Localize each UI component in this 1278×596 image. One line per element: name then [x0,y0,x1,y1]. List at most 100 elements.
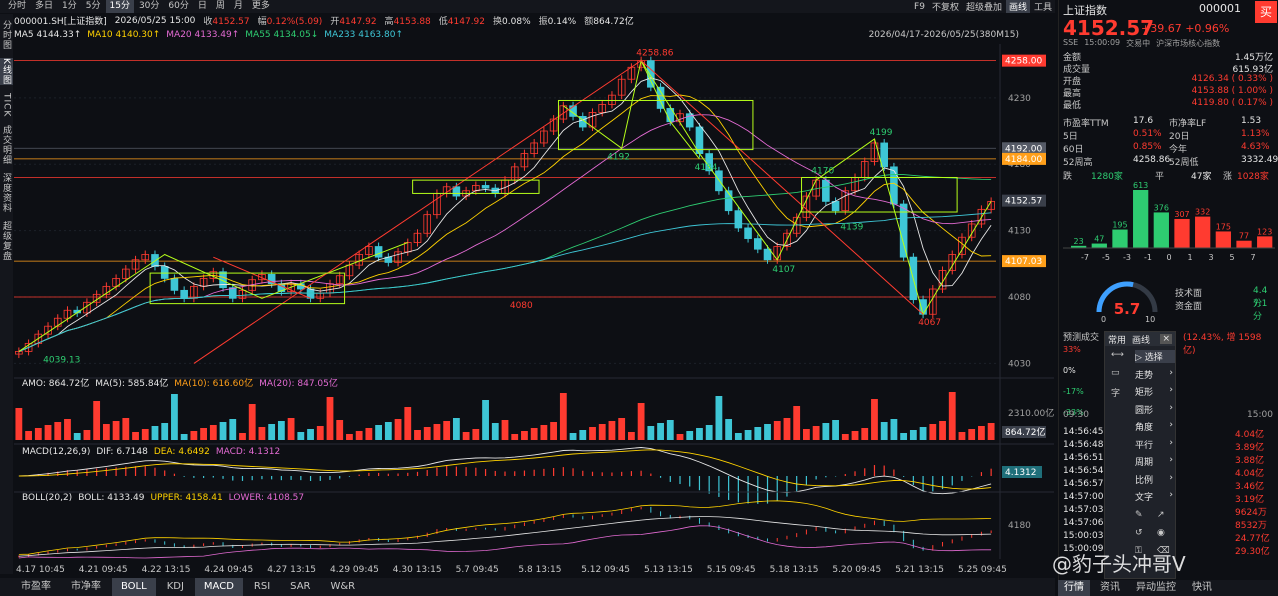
close-icon[interactable]: × [1160,334,1172,344]
toolbar-item[interactable]: 工具 [1031,0,1055,13]
indicator-tab[interactable]: SAR [281,578,319,596]
dist-bar [1236,240,1252,248]
amo-tick: 2310.00亿 [1008,407,1054,419]
toolbar-item[interactable]: 不复权 [929,0,962,13]
indicator-tab[interactable]: RSI [245,578,279,596]
ma-legend-bar: MA5 4144.33↑ MA10 4140.30↑ MA20 4133.49↑… [14,29,1054,41]
open-value: 4147.92 [339,17,377,27]
arrow-icon[interactable]: ↗ [1157,510,1165,520]
menu-header-tab[interactable]: 常用 [1108,333,1126,346]
draw-tool-item[interactable]: 圆形 › [1135,403,1175,416]
amo-bar [102,424,110,440]
period-tab[interactable]: 日 [194,0,211,13]
toolbar-item[interactable]: 超级叠加 [963,0,1005,13]
period-tab[interactable]: 60分 [164,0,192,13]
horizontal-line-icon[interactable]: ⟷ [1111,350,1124,360]
amo-bar [171,394,178,440]
draw-tool-item[interactable]: 走势 › [1135,368,1175,381]
period-tab[interactable]: 更多 [248,0,274,13]
side-tab[interactable]: 资讯 [1094,580,1126,596]
draw-tool-item[interactable]: 周期 › [1135,455,1175,468]
chevron-right-icon: › [1169,420,1173,430]
side-tab[interactable]: 快讯 [1186,580,1218,596]
amo-legend-item: AMO: 864.72亿 [22,377,89,389]
amo-bar [219,422,227,440]
chart-area[interactable]: 4230 4180 4130 4080 4030 4258.86 4199 4192 4184 4… [14,44,1054,574]
pencil-icon[interactable]: ✎ [1135,510,1143,520]
range-box[interactable] [557,99,754,151]
view-switch[interactable]: TICK [2,93,12,117]
indicator-tab[interactable]: MACD [194,578,243,596]
chevron-right-icon: › [1169,472,1173,483]
indicator-tab[interactable]: KDJ [158,578,193,596]
period-tab[interactable]: 1分 [58,0,81,13]
open-label: 开 [330,17,340,27]
draw-tool-label: 比例 [1135,475,1154,486]
rectangle-icon[interactable]: ▭ [1111,368,1120,378]
view-switch[interactable]: 超级复盘 [0,221,13,261]
amo-bar [559,393,567,440]
period-tab[interactable]: 15分 [105,0,134,13]
x-tick-label: 5.15 09:45 [707,565,756,574]
draw-tool-item[interactable]: ▷ 选择 [1135,350,1175,363]
buy-button[interactable]: 买 [1255,1,1277,23]
amo-bar [618,418,626,440]
menu-header-tab[interactable]: 画线 [1132,333,1150,346]
draw-tool-item[interactable]: 平行 › [1135,438,1175,451]
trade-time: 14:56:45 [1063,427,1104,437]
amo-bar [248,404,256,440]
boll-legend-item: BOLL(20,2) [22,493,72,503]
draw-tool-item[interactable]: 角度 › [1135,420,1175,433]
text-tool-icon[interactable]: 字 [1111,386,1120,399]
indicator-tab[interactable]: 市盈率 [12,578,60,596]
amo-bar [54,422,62,440]
amo-bar [122,418,130,440]
period-tab[interactable]: 30分 [135,0,163,13]
draw-tools-menu[interactable]: 常用 画线 × ▷ 选择走势 › 矩形 › 圆形 › 角度 › 平行 › 周期 › 比例 › 文字 › ⟷ ▭ 字 ✎ ↗ ↺ ◉… [1104,331,1176,579]
indicator-tab[interactable]: W&R [321,578,364,596]
x-tick-label: 4.27 13:15 [267,565,316,574]
price-annotation: 4184 [695,163,718,173]
kline-chart[interactable]: 4230 4180 4130 4080 4030 4258.86 4199 4192 4184 4… [14,44,1054,574]
price-tag-label: 4152.57 [1005,197,1042,207]
side-tab[interactable]: 异动监控 [1130,580,1182,596]
swing-field: 振0.14% [539,14,577,27]
indicator-tab[interactable]: BOLL [112,578,156,596]
trade-amount: 3.46亿 [1235,482,1265,492]
period-tab[interactable]: 5分 [82,0,105,13]
trade-time: 14:56:48 [1063,440,1104,450]
period-tab[interactable]: 分时 [4,0,30,13]
draw-tool-item[interactable]: 矩形 › [1135,385,1175,398]
draw-tool-item[interactable]: 文字 › [1135,490,1175,503]
forecast-label: 预测成交 [1063,333,1100,343]
indicator-tab[interactable]: 市净率 [62,578,110,596]
toolbar-item[interactable]: F9 [911,2,928,12]
trend-line[interactable] [213,256,311,299]
period-tab[interactable]: 月 [230,0,247,13]
draw-tool-item[interactable]: 比例 › [1135,473,1175,486]
amo-bar [190,431,198,440]
period-tab[interactable]: 多日 [31,0,57,13]
amp-field: 幅0.12%(5.09) [258,14,323,27]
updown-distribution-chart: 23 47 195 613 376 307 332 175 77 123 -7 -5 -3 -1 0 1 3 5 7 [1063,181,1275,262]
view-switch[interactable]: 成交明细 [0,125,13,165]
period-tab[interactable]: 周 [212,0,229,13]
amo-bar [482,400,489,440]
toolbar-item[interactable]: 画线 [1005,0,1030,13]
x-tick-label: 4.29 09:45 [330,565,379,574]
candle-body [481,185,490,189]
undo-icon[interactable]: ↺ [1135,528,1143,538]
amount-label: 额 [584,17,594,27]
eye-icon[interactable]: ◉ [1157,528,1165,538]
side-tab[interactable]: 行情 [1058,580,1090,596]
amo-bar [239,433,246,440]
view-switch[interactable]: 深度资料 [0,173,13,213]
trade-amount: 8532万 [1235,521,1267,531]
macd-legend-item: MACD(12,26,9) [22,447,90,457]
amo-bar [34,428,42,440]
side-tabbar: 行情 资讯 异动监控 快讯 [1058,580,1278,596]
view-switch[interactable]: 分时图 [0,20,13,50]
view-switch[interactable]: K线图 [0,58,13,85]
dist-bar-label: 47 [1094,235,1104,244]
amp-value: 0.12%(5.09) [266,17,323,27]
